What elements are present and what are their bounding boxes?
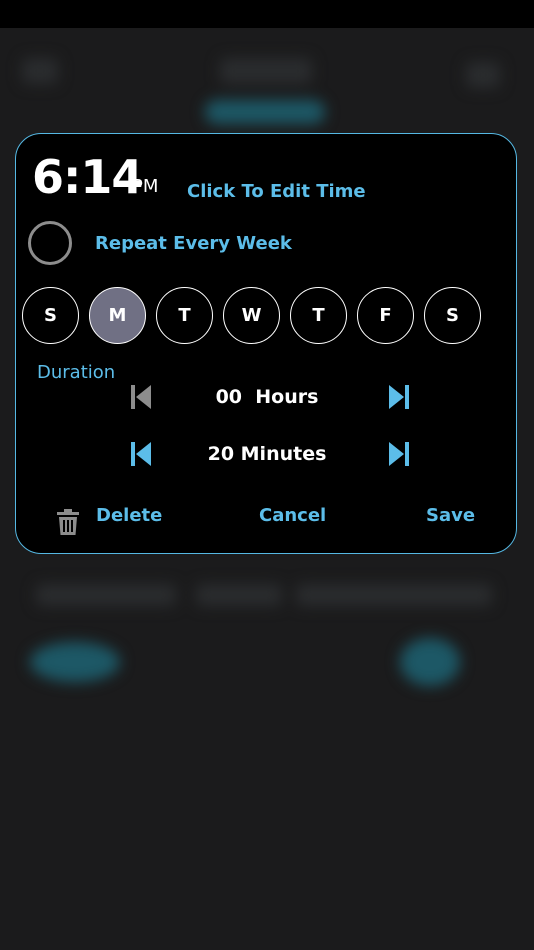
trash-icon[interactable] (56, 508, 80, 536)
hours-stepper: 00 Hours (126, 380, 416, 414)
status-bar (0, 0, 534, 28)
bg-tab-highlight (205, 100, 325, 124)
minutes-stepper: 20 Minutes (126, 437, 416, 471)
bg-menu-icon (22, 58, 58, 84)
skip-next-icon[interactable] (388, 441, 410, 467)
day-friday-button[interactable]: F (357, 287, 414, 344)
day-tuesday-button[interactable]: T (156, 287, 213, 344)
duration-label: Duration (37, 362, 116, 383)
bg-title (220, 58, 312, 84)
skip-previous-icon[interactable] (130, 441, 152, 467)
bg-row-text-3 (296, 584, 492, 606)
screen: 6:14 PM Click To Edit Time Repeat Every … (0, 0, 534, 950)
day-saturday-button[interactable]: S (424, 287, 481, 344)
alarm-time[interactable]: 6:14 (32, 150, 143, 204)
cancel-button[interactable]: Cancel (259, 505, 326, 526)
day-monday-button[interactable]: M (89, 287, 146, 344)
alarm-edit-dialog: 6:14 PM Click To Edit Time Repeat Every … (15, 133, 517, 554)
minutes-value: 20 Minutes (207, 443, 327, 465)
day-wednesday-button[interactable]: W (223, 287, 280, 344)
repeat-weekly-radio[interactable] (28, 221, 72, 265)
day-sunday-button[interactable]: S (22, 287, 79, 344)
day-selector: S M T W T F S (22, 287, 481, 344)
repeat-weekly-label[interactable]: Repeat Every Week (95, 233, 292, 254)
edit-time-link[interactable]: Click To Edit Time (187, 181, 366, 202)
bg-button-left (30, 642, 120, 682)
bg-row-text-1 (36, 584, 176, 606)
bg-button-right (400, 638, 460, 686)
day-thursday-button[interactable]: T (290, 287, 347, 344)
save-button[interactable]: Save (426, 505, 475, 526)
delete-button[interactable]: Delete (96, 505, 162, 526)
hours-value: 00 Hours (215, 386, 319, 408)
bg-action-icon (466, 62, 500, 88)
bg-row-text-2 (196, 584, 282, 606)
skip-previous-icon[interactable] (130, 384, 152, 410)
skip-next-icon[interactable] (388, 384, 410, 410)
alarm-ampm: PM (132, 176, 159, 197)
